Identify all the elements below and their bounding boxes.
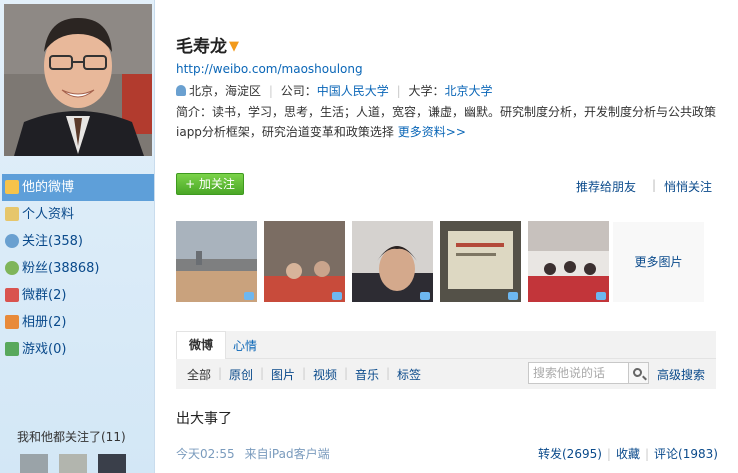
location-text: 北京，海淀区 bbox=[189, 84, 262, 98]
comment-bubble-icon bbox=[596, 292, 606, 300]
sidebar-item-games[interactable]: 游戏(0) bbox=[2, 336, 154, 363]
post-text: 出大事了 bbox=[176, 411, 232, 427]
recommend-to-friend-link[interactable]: 推荐给朋友 bbox=[576, 178, 636, 195]
post-source[interactable]: 来自iPad客户端 bbox=[245, 447, 330, 461]
favorite-link[interactable]: 收藏 bbox=[616, 447, 640, 461]
game-icon bbox=[5, 342, 19, 356]
sidebar-item-label: 粉丝(38868) bbox=[22, 261, 100, 276]
action-separator: | bbox=[652, 178, 657, 192]
feed-tabs: 微博 心情 bbox=[176, 331, 716, 360]
company-link[interactable]: 中国人民大学 bbox=[317, 84, 389, 98]
photo-image bbox=[264, 221, 345, 302]
sidebar-item-label: 个人资料 bbox=[22, 207, 75, 222]
filter-music[interactable]: 音乐 bbox=[355, 366, 379, 383]
comment-bubble-icon bbox=[332, 292, 342, 300]
more-photos-link[interactable]: 更多图片 bbox=[613, 222, 704, 302]
album-icon bbox=[5, 315, 19, 329]
post-meta: 今天02:55 来自iPad客户端 bbox=[176, 445, 330, 462]
sidebar-item-groups[interactable]: 微群(2) bbox=[2, 282, 154, 309]
more-info-link[interactable]: 更多资料>> bbox=[398, 125, 466, 139]
group-icon bbox=[5, 288, 19, 302]
mutual-avatar[interactable] bbox=[20, 454, 48, 473]
sidebar-item-fans[interactable]: 粉丝(38868) bbox=[2, 255, 154, 282]
photo-thumbnail[interactable] bbox=[352, 221, 433, 302]
filter-pictures[interactable]: 图片 bbox=[271, 366, 295, 383]
profile-name: 毛寿龙 ▼ bbox=[176, 32, 239, 57]
comment-bubble-icon bbox=[508, 292, 518, 300]
tab-mood[interactable]: 心情 bbox=[233, 337, 257, 354]
filter-original[interactable]: 原创 bbox=[229, 366, 253, 383]
mutual-follow-title[interactable]: 我和他都关注了(11) bbox=[17, 428, 126, 445]
sidebar-item-profile[interactable]: 个人资料 bbox=[2, 201, 154, 228]
photo-thumbnail[interactable] bbox=[440, 221, 521, 302]
comment-link[interactable]: 评论(1983) bbox=[654, 447, 718, 461]
sidebar-item-weibo[interactable]: 他的微博 bbox=[2, 174, 154, 201]
advanced-search-link[interactable]: 高级搜索 bbox=[657, 366, 705, 383]
sidebar-item-label: 他的微博 bbox=[22, 180, 75, 195]
sidebar-nav: 他的微博 个人资料 关注(358) 粉丝(38868) 微群(2) 相册(2) … bbox=[2, 174, 154, 363]
photo-image bbox=[440, 221, 521, 302]
repost-link[interactable]: 转发(2695) bbox=[538, 447, 602, 461]
sidebar-item-label: 微群(2) bbox=[22, 288, 67, 303]
photo-image bbox=[528, 221, 609, 302]
company-label: 公司： bbox=[280, 84, 317, 98]
avatar[interactable] bbox=[4, 4, 152, 156]
fans-icon bbox=[5, 261, 19, 275]
sidebar-item-following[interactable]: 关注(358) bbox=[2, 228, 154, 255]
profile-name-text: 毛寿龙 bbox=[176, 37, 227, 57]
sidebar-item-label: 相册(2) bbox=[22, 315, 67, 330]
filter-videos[interactable]: 视频 bbox=[313, 366, 337, 383]
feed-filters: 全部 | 原创 | 图片 | 视频 | 音乐 | 标签 搜索他说的话 高级搜索 bbox=[176, 359, 716, 389]
photo-thumbnail[interactable] bbox=[176, 221, 257, 302]
profile-info: 北京，海淀区 | 公司：中国人民大学 | 大学：北京大学 bbox=[176, 82, 492, 99]
profile-icon bbox=[5, 207, 19, 221]
mutual-avatar[interactable] bbox=[59, 454, 87, 473]
profile-url[interactable]: http://weibo.com/maoshoulong bbox=[176, 62, 363, 76]
quiet-follow-link[interactable]: 悄悄关注 bbox=[664, 178, 712, 195]
comment-bubble-icon bbox=[420, 292, 430, 300]
post-actions: 转发(2695) | 收藏 | 评论(1983) bbox=[538, 447, 718, 461]
profile-bio: 简介：读书，学习，思考，生活；人道，宽容，谦虚，幽默。研究制度分析，开发制度分析… bbox=[176, 102, 721, 142]
search-input[interactable]: 搜索他说的话 bbox=[528, 362, 629, 384]
person-icon bbox=[176, 85, 186, 96]
tab-weibo[interactable]: 微博 bbox=[176, 331, 226, 360]
left-sidebar: 他的微博 个人资料 关注(358) 粉丝(38868) 微群(2) 相册(2) … bbox=[0, 0, 155, 473]
home-icon bbox=[5, 180, 19, 194]
main-content: 毛寿龙 ▼ http://weibo.com/maoshoulong 北京，海淀区… bbox=[155, 0, 738, 473]
filter-all[interactable]: 全部 bbox=[187, 366, 211, 383]
sidebar-item-albums[interactable]: 相册(2) bbox=[2, 309, 154, 336]
sidebar-item-label: 关注(358) bbox=[22, 234, 83, 249]
mutual-avatar[interactable] bbox=[98, 454, 126, 473]
university-link[interactable]: 北京大学 bbox=[444, 84, 492, 98]
photo-thumbnail[interactable] bbox=[264, 221, 345, 302]
search-button[interactable] bbox=[629, 362, 649, 384]
avatar-photo bbox=[4, 4, 152, 156]
follow-button[interactable]: + 加关注 bbox=[176, 173, 244, 195]
sidebar-item-label: 游戏(0) bbox=[22, 342, 67, 357]
photo-image bbox=[176, 221, 257, 302]
photo-image bbox=[352, 221, 433, 302]
photo-thumbnail[interactable] bbox=[528, 221, 609, 302]
verified-icon[interactable]: ▼ bbox=[229, 39, 239, 54]
comment-bubble-icon bbox=[244, 292, 254, 300]
post-time[interactable]: 今天02:55 bbox=[176, 447, 235, 461]
filter-tags[interactable]: 标签 bbox=[397, 366, 421, 383]
university-label: 大学： bbox=[408, 84, 445, 98]
follow-icon bbox=[5, 234, 19, 248]
search-icon bbox=[633, 368, 642, 377]
